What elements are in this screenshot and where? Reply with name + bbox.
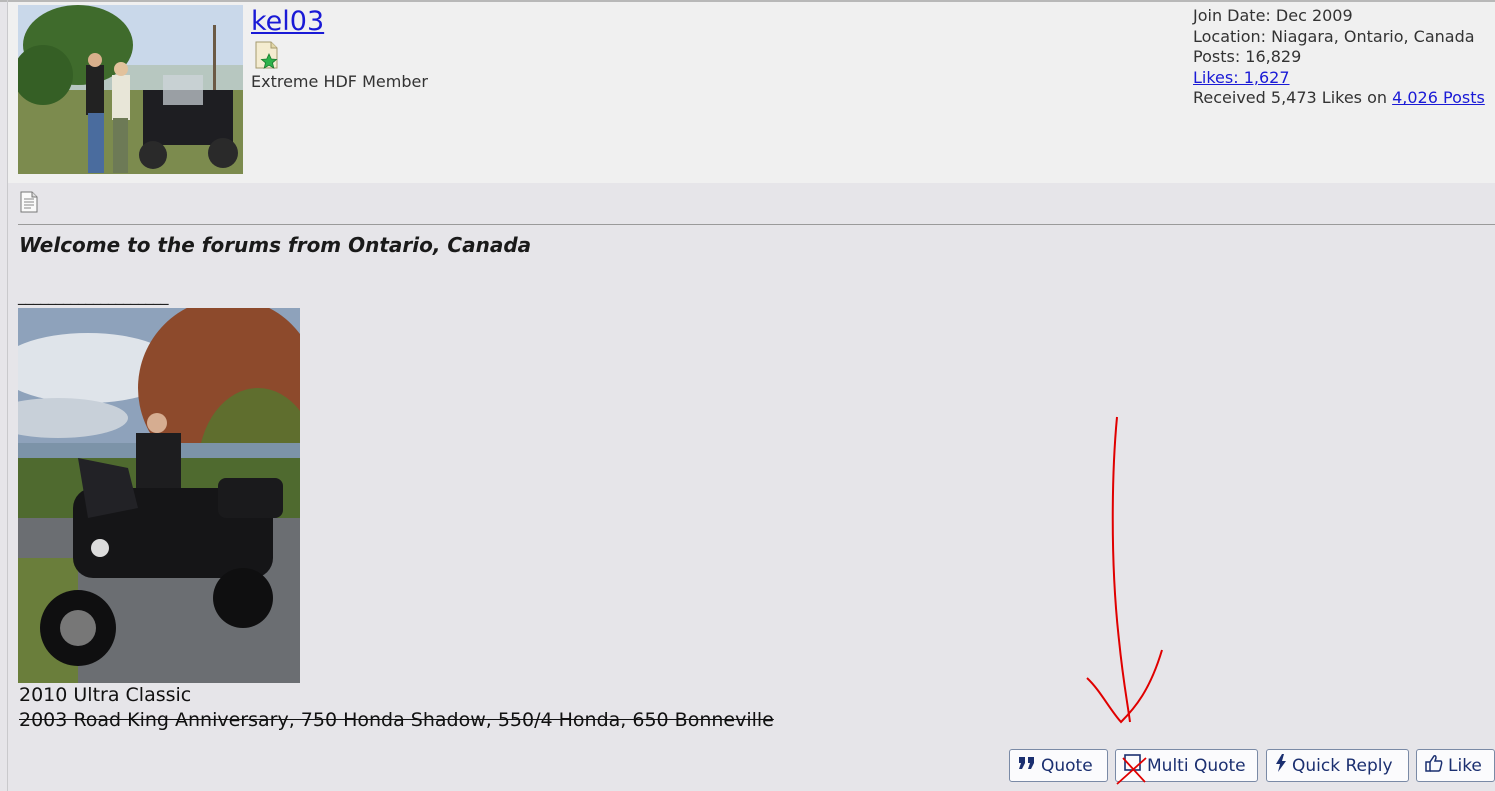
star-badge-icon <box>253 40 281 70</box>
likes-link[interactable]: Likes: 1,627 <box>1193 68 1290 87</box>
signature-former-bikes: 2003 Road King Anniversary, 750 Honda Sh… <box>19 709 774 731</box>
quote-icon <box>1018 755 1036 776</box>
user-title: Extreme HDF Member <box>251 72 428 91</box>
username-link[interactable]: kel03 <box>251 6 324 37</box>
red-annotation-arrow <box>1086 416 1163 785</box>
user-stats: Join Date: Dec 2009 Location: Niagara, O… <box>1193 6 1485 109</box>
signature-photo <box>18 308 300 683</box>
thumbs-up-icon <box>1425 754 1443 777</box>
checkbox-icon <box>1124 754 1142 777</box>
like-label: Like <box>1448 755 1482 776</box>
signature-current-bike: 2010 Ultra Classic <box>19 684 192 706</box>
multi-quote-button[interactable]: Multi Quote <box>1115 749 1258 782</box>
location: Location: Niagara, Ontario, Canada <box>1193 26 1475 46</box>
post-message: Welcome to the forums from Ontario, Cana… <box>19 233 532 257</box>
post-divider <box>18 224 1495 225</box>
join-date: Join Date: Dec 2009 <box>1193 6 1353 25</box>
document-icon <box>19 191 39 213</box>
quick-reply-button[interactable]: Quick Reply <box>1266 749 1409 782</box>
lightning-icon <box>1275 754 1287 777</box>
quote-label: Quote <box>1041 755 1093 776</box>
received-likes-text: Received 5,473 Likes on <box>1193 88 1393 108</box>
post-count: Posts: 16,829 <box>1193 47 1302 67</box>
quick-reply-label: Quick Reply <box>1292 755 1393 776</box>
quote-button[interactable]: Quote <box>1009 749 1108 782</box>
multi-quote-label: Multi Quote <box>1147 755 1246 776</box>
signature-separator: ____________________ <box>18 286 169 305</box>
user-avatar[interactable] <box>18 5 243 174</box>
received-posts-link[interactable]: 4,026 Posts <box>1392 88 1485 107</box>
like-button[interactable]: Like <box>1416 749 1495 782</box>
